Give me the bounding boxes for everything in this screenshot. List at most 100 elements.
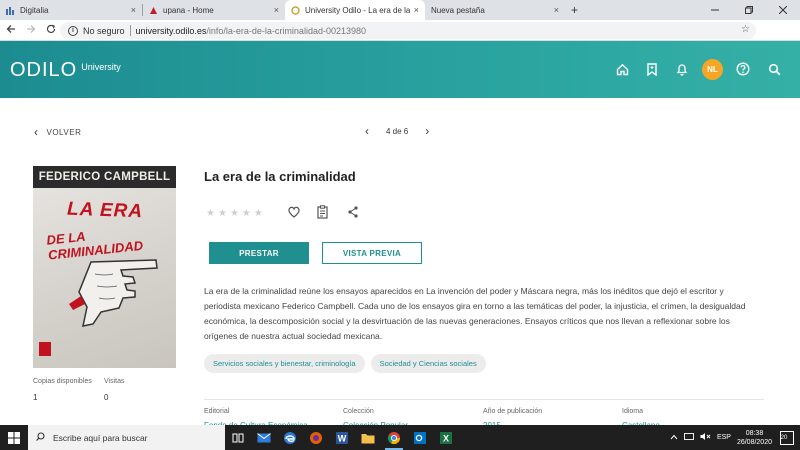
security-label: No seguro [83, 25, 125, 36]
windows-start-icon[interactable] [0, 425, 28, 450]
svg-text:X: X [443, 433, 449, 443]
tab-odilo[interactable]: University Odilo - La era de la cri × [285, 0, 425, 20]
star-icon[interactable]: ★ [242, 208, 251, 219]
back-link[interactable]: ‹ VOLVER [34, 125, 81, 139]
chevron-left-icon: ‹ [34, 125, 39, 139]
next-page-icon[interactable]: › [422, 124, 432, 138]
clock-date: 26/08/2020 [736, 438, 772, 446]
heart-icon[interactable] [288, 206, 300, 218]
window-controls [698, 0, 800, 20]
tab-label: Nueva pestaña [431, 5, 485, 15]
system-tray: ESP 08:38 26/08/2020 20 [670, 425, 800, 450]
info-icon[interactable]: i [68, 25, 78, 36]
restore-button[interactable] [732, 0, 766, 20]
rating-stars[interactable]: ★ ★ ★ ★ ★ [206, 208, 266, 219]
minimize-button[interactable] [698, 0, 732, 20]
star-icon[interactable]: ★ [254, 208, 263, 219]
back-label: VOLVER [46, 127, 82, 137]
tab-label: Digitalia [20, 5, 49, 15]
page-indicator: 4 de 6 [386, 126, 409, 136]
help-icon[interactable] [735, 61, 751, 77]
svg-text:W: W [338, 433, 347, 443]
close-tab-icon[interactable]: × [554, 5, 559, 15]
book-cover[interactable]: FEDERICO CAMPBELL LA ERA DE LA CRIMINALI… [33, 166, 176, 368]
preview-button[interactable]: VISTA PREVIA [322, 242, 422, 264]
home-icon[interactable] [614, 61, 630, 77]
file-explorer-icon[interactable] [355, 425, 381, 450]
year-label: Año de publicación [483, 408, 543, 415]
subject-tag[interactable]: Sociedad y Ciencias sociales [370, 354, 486, 373]
taskbar: Escribe aquí para buscar W X ESP 08:38 2… [0, 425, 800, 450]
bookmark-star-icon[interactable]: ☆ [741, 24, 750, 35]
previous-page-icon[interactable]: ‹ [362, 124, 372, 138]
publisher-label: Editorial [204, 408, 230, 415]
clipboard-icon[interactable] [317, 205, 328, 219]
mail-app-icon[interactable] [251, 425, 277, 450]
volume-muted-icon[interactable] [700, 432, 711, 443]
search-icon[interactable] [766, 61, 782, 77]
subject-tags: Servicios sociales y bienestar, criminol… [204, 354, 492, 373]
reload-icon[interactable] [42, 24, 60, 37]
section-divider [204, 399, 764, 400]
close-tab-icon[interactable]: × [414, 5, 419, 15]
forward-arrow-icon[interactable] [22, 24, 40, 37]
notification-center-icon[interactable]: 20 [780, 430, 794, 445]
book-title: La era de la criminalidad [204, 169, 356, 184]
tab-label: University Odilo - La era de la cri [305, 5, 410, 15]
firefox-app-icon[interactable] [303, 425, 329, 450]
search-placeholder: Escribe aquí para buscar [53, 432, 148, 443]
tab-digitalia[interactable]: Digitalia × [0, 0, 142, 20]
word-app-icon[interactable]: W [329, 425, 355, 450]
back-arrow-icon[interactable] [2, 24, 20, 37]
outlook-app-icon[interactable] [407, 425, 433, 450]
publisher-logo [39, 342, 51, 356]
user-avatar[interactable]: NL [702, 59, 723, 80]
collection-label: Colección [343, 408, 374, 415]
tab-upana[interactable]: upana - Home × [143, 0, 285, 20]
star-icon[interactable]: ★ [230, 208, 239, 219]
cover-title-line1: LA ERA [66, 198, 144, 223]
clock[interactable]: 08:38 26/08/2020 [737, 429, 772, 447]
visits-label: Visitas [104, 378, 125, 385]
site-header: ODILO University NL [0, 41, 800, 98]
language-indicator[interactable]: ESP [717, 434, 731, 441]
network-icon[interactable] [683, 432, 694, 443]
tab-label: upana - Home [163, 5, 214, 15]
cover-hand-illustration [61, 252, 171, 337]
taskbar-search-input[interactable]: Escribe aquí para buscar [28, 425, 225, 450]
star-icon[interactable]: ★ [218, 208, 227, 219]
close-tab-icon[interactable]: × [274, 5, 279, 15]
star-icon[interactable]: ★ [206, 208, 215, 219]
url-host: university.odilo.es [135, 25, 207, 36]
language-label: Idioma [622, 408, 644, 415]
copies-value: 1 [33, 393, 38, 402]
close-window-button[interactable] [766, 0, 800, 20]
divider [129, 25, 131, 36]
bell-icon[interactable] [674, 61, 690, 77]
bookmark-icon[interactable] [644, 61, 660, 77]
book-detail-page: ‹ VOLVER ‹ 4 de 6 › FEDERICO CAMPBELL LA… [0, 98, 800, 430]
notification-count: 20 [780, 434, 788, 441]
close-tab-icon[interactable]: × [131, 5, 136, 15]
address-bar[interactable]: i No seguro university.odilo.es/info/la-… [60, 22, 756, 39]
new-tab-button[interactable]: + [571, 3, 578, 17]
chrome-app-icon[interactable] [381, 425, 407, 450]
upana-favicon-icon [149, 6, 158, 15]
edge-app-icon[interactable] [277, 425, 303, 450]
digitalia-favicon-icon [6, 6, 15, 15]
book-description: La era de la criminalidad reúne los ensa… [204, 286, 746, 341]
browser-tab-strip: Digitalia × upana - Home × University Od… [0, 0, 800, 20]
book-actions [288, 205, 358, 224]
clock-time: 08:38 [745, 429, 764, 437]
borrow-button[interactable]: PRESTAR [209, 242, 309, 264]
excel-app-icon[interactable]: X [433, 425, 459, 450]
search-icon [36, 432, 45, 443]
copies-label: Copias disponibles [33, 378, 92, 385]
chevron-up-icon[interactable] [670, 434, 678, 442]
share-icon[interactable] [348, 206, 358, 218]
browser-toolbar: i No seguro university.odilo.es/info/la-… [0, 20, 800, 57]
url-path: /info/la-era-de-la-criminalidad-00213980 [206, 25, 366, 36]
subject-tag[interactable]: Servicios sociales y bienestar, criminol… [204, 354, 365, 373]
task-view-icon[interactable] [225, 425, 251, 450]
tab-new[interactable]: Nueva pestaña × [425, 0, 565, 20]
